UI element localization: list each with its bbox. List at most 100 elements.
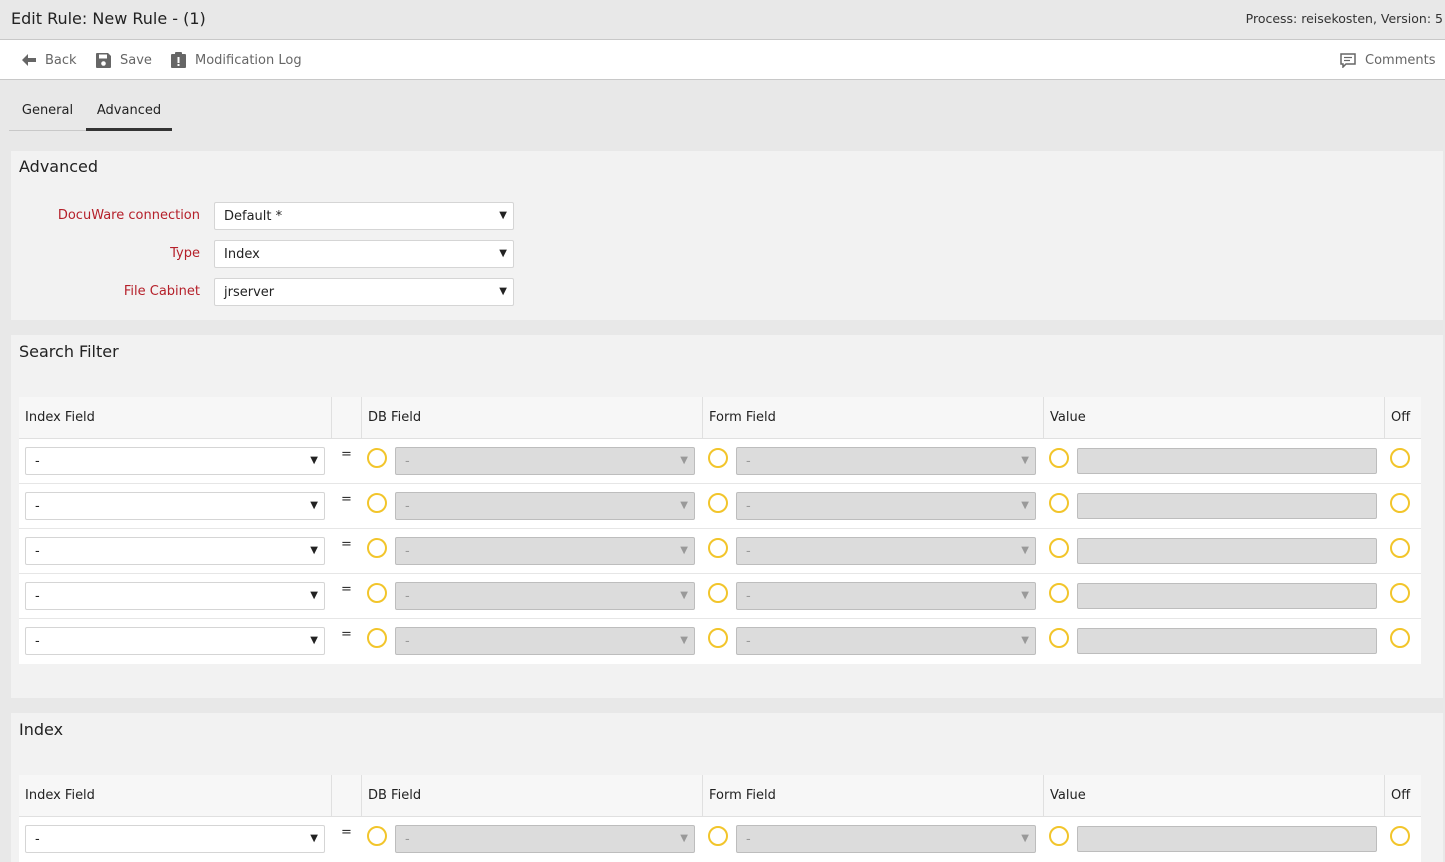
- file-cabinet-label: File Cabinet: [123, 284, 200, 299]
- db-field-select[interactable]: - ▼: [395, 492, 695, 520]
- db-field-value: -: [405, 588, 410, 604]
- equals-sign: =: [341, 825, 352, 840]
- column-header-form-field: Form Field: [703, 397, 1044, 439]
- index-section: Index Index Field DB Field Form Field Va…: [11, 713, 1443, 862]
- value-input[interactable]: [1077, 538, 1377, 564]
- value-input[interactable]: [1077, 628, 1377, 654]
- form-field-radio[interactable]: [708, 826, 728, 846]
- index-field-value: -: [35, 498, 40, 514]
- back-button[interactable]: Back: [22, 40, 77, 80]
- db-field-value: -: [405, 498, 410, 514]
- docuware-connection-select[interactable]: Default * ▼: [214, 202, 514, 230]
- caret-down-icon: ▼: [680, 635, 688, 646]
- form-field-select[interactable]: - ▼: [736, 825, 1036, 853]
- value-input[interactable]: [1077, 493, 1377, 519]
- save-button[interactable]: Save: [96, 40, 152, 80]
- value-radio[interactable]: [1049, 448, 1069, 468]
- db-field-radio[interactable]: [367, 826, 387, 846]
- file-cabinet-select[interactable]: jrserver ▼: [214, 278, 514, 306]
- index-field-value: -: [35, 543, 40, 559]
- caret-down-icon: ▼: [499, 248, 507, 259]
- form-field-value: -: [746, 831, 751, 847]
- save-label: Save: [120, 52, 152, 68]
- index-field-select[interactable]: - ▼: [25, 627, 325, 655]
- index-section-title: Index: [19, 720, 64, 739]
- index-field-select[interactable]: - ▼: [25, 825, 325, 853]
- value-input[interactable]: [1077, 583, 1377, 609]
- caret-down-icon: ▼: [499, 286, 507, 297]
- search-filter-grid-header: Index Field DB Field Form Field Value Of…: [19, 397, 1421, 439]
- caret-down-icon: ▼: [1021, 500, 1029, 511]
- equals-sign: =: [341, 492, 352, 507]
- db-field-select[interactable]: - ▼: [395, 537, 695, 565]
- caret-down-icon: ▼: [680, 500, 688, 511]
- db-field-select[interactable]: - ▼: [395, 582, 695, 610]
- form-field-radio[interactable]: [708, 628, 728, 648]
- type-select[interactable]: Index ▼: [214, 240, 514, 268]
- modification-log-button[interactable]: Modification Log: [171, 40, 302, 80]
- tab-advanced[interactable]: Advanced: [86, 95, 172, 131]
- index-field-value: -: [35, 831, 40, 847]
- form-field-value: -: [746, 498, 751, 514]
- db-field-radio[interactable]: [367, 583, 387, 603]
- value-radio[interactable]: [1049, 826, 1069, 846]
- value-radio[interactable]: [1049, 538, 1069, 558]
- off-radio[interactable]: [1390, 826, 1410, 846]
- off-radio[interactable]: [1390, 493, 1410, 513]
- advanced-section: Advanced DocuWare connection Default * ▼…: [11, 151, 1443, 320]
- form-field-select[interactable]: - ▼: [736, 537, 1036, 565]
- value-input[interactable]: [1077, 826, 1377, 852]
- value-input[interactable]: [1077, 448, 1377, 474]
- form-field-value: -: [746, 633, 751, 649]
- docuware-connection-label: DocuWare connection: [57, 208, 200, 223]
- caret-down-icon: ▼: [310, 500, 318, 511]
- comments-button[interactable]: Comments: [1340, 40, 1435, 80]
- off-radio[interactable]: [1390, 448, 1410, 468]
- db-field-value: -: [405, 831, 410, 847]
- form-field-radio[interactable]: [708, 583, 728, 603]
- index-field-value: -: [35, 453, 40, 469]
- off-radio[interactable]: [1390, 583, 1410, 603]
- db-field-radio[interactable]: [367, 538, 387, 558]
- form-field-select[interactable]: - ▼: [736, 582, 1036, 610]
- value-radio[interactable]: [1049, 493, 1069, 513]
- db-field-radio[interactable]: [367, 493, 387, 513]
- table-row: - ▼ = - ▼ - ▼: [19, 619, 1421, 664]
- index-field-select[interactable]: - ▼: [25, 582, 325, 610]
- db-field-radio[interactable]: [367, 628, 387, 648]
- value-radio[interactable]: [1049, 628, 1069, 648]
- form-field-radio[interactable]: [708, 493, 728, 513]
- tab-general[interactable]: General: [9, 95, 86, 131]
- advanced-section-title: Advanced: [19, 157, 99, 176]
- index-field-select[interactable]: - ▼: [25, 447, 325, 475]
- caret-down-icon: ▼: [310, 590, 318, 601]
- db-field-select[interactable]: - ▼: [395, 447, 695, 475]
- title-bar: Edit Rule: New Rule - (1) Process: reise…: [0, 0, 1445, 40]
- db-field-value: -: [405, 543, 410, 559]
- index-field-select[interactable]: - ▼: [25, 492, 325, 520]
- form-field-radio[interactable]: [708, 538, 728, 558]
- form-field-radio[interactable]: [708, 448, 728, 468]
- page-title: Edit Rule: New Rule - (1): [11, 9, 206, 28]
- db-field-radio[interactable]: [367, 448, 387, 468]
- form-field-select[interactable]: - ▼: [736, 492, 1036, 520]
- back-label: Back: [45, 52, 77, 68]
- column-header-index-field: Index Field: [19, 775, 332, 817]
- form-field-value: -: [746, 453, 751, 469]
- index-grid: Index Field DB Field Form Field Value Of…: [19, 775, 1421, 862]
- form-field-select[interactable]: - ▼: [736, 627, 1036, 655]
- value-radio[interactable]: [1049, 583, 1069, 603]
- equals-sign: =: [341, 537, 352, 552]
- db-field-value: -: [405, 453, 410, 469]
- index-field-select[interactable]: - ▼: [25, 537, 325, 565]
- caret-down-icon: ▼: [310, 635, 318, 646]
- db-field-select[interactable]: - ▼: [395, 627, 695, 655]
- column-header-eq: [332, 775, 362, 817]
- form-field-select[interactable]: - ▼: [736, 447, 1036, 475]
- off-radio[interactable]: [1390, 628, 1410, 648]
- toolbar: Back Save Modification Log Comments: [0, 40, 1445, 80]
- off-radio[interactable]: [1390, 538, 1410, 558]
- table-row: - ▼ = - ▼ - ▼: [19, 529, 1421, 574]
- floppy-disk-icon: [96, 52, 111, 68]
- db-field-select[interactable]: - ▼: [395, 825, 695, 853]
